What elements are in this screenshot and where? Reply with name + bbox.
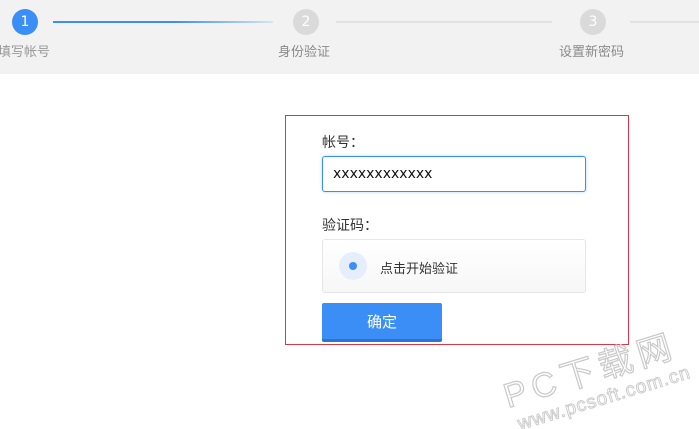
step-3-circle: 3	[580, 9, 606, 35]
step-2-label: 身份验证	[278, 45, 331, 60]
captcha-text: 点击开始验证	[380, 262, 459, 277]
step-3-label: 设置新密码	[559, 45, 625, 60]
captcha-dot-icon	[339, 252, 367, 280]
account-input[interactable]	[322, 156, 586, 192]
step-1-connector	[53, 21, 273, 23]
confirm-button[interactable]: 确定	[322, 303, 442, 342]
step-2-circle: 2	[293, 9, 319, 35]
account-label: 帐号：	[322, 135, 364, 151]
step-progress-bar: 1 填写帐号 2 身份验证 3 设置新密码	[0, 0, 699, 74]
captcha-label: 验证码：	[322, 218, 378, 234]
captcha-verify-button[interactable]: 点击开始验证	[322, 239, 586, 293]
step-1-circle: 1	[12, 9, 38, 35]
watermark-url: www.pcsoft.com.cn	[514, 362, 693, 429]
step-1-label: 填写帐号	[0, 45, 51, 60]
step-2-connector	[336, 21, 552, 23]
step-3-connector	[630, 21, 699, 23]
password-recovery-page: 1 填写帐号 2 身份验证 3 设置新密码 帐号： 验证码： 点击开始验证 确定…	[0, 0, 699, 429]
